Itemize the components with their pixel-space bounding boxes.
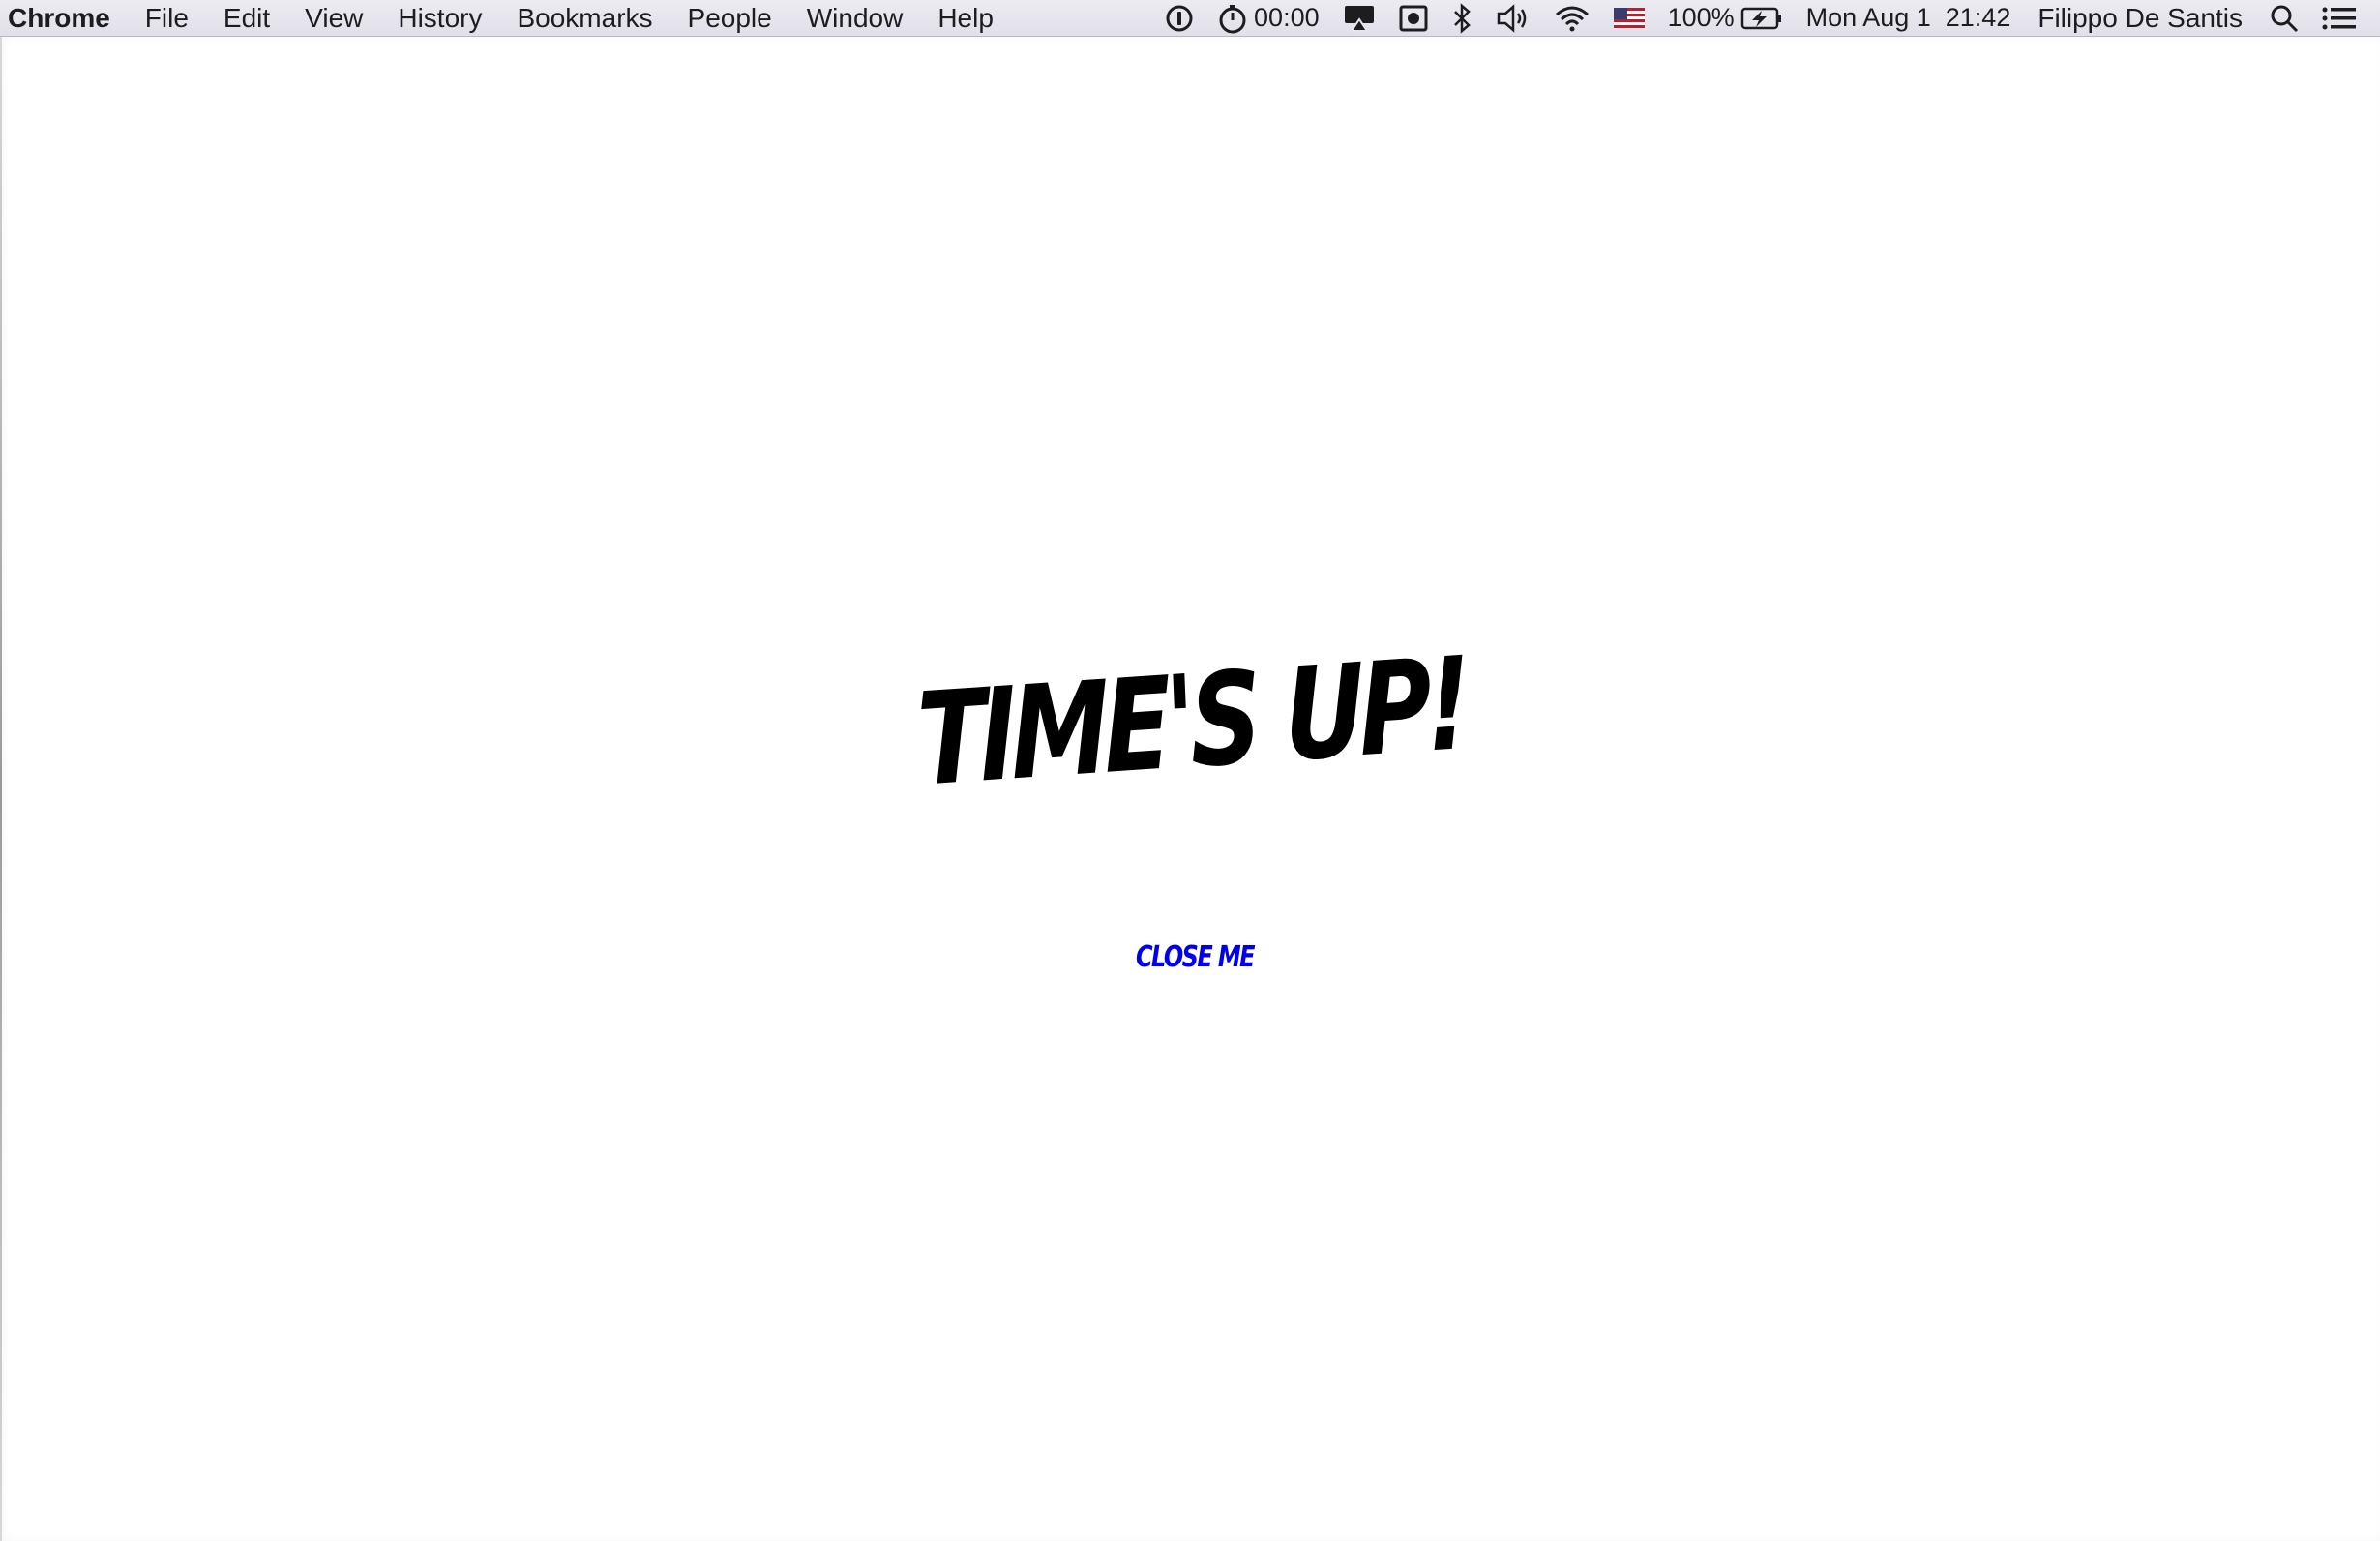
menu-window[interactable]: Window xyxy=(789,0,921,37)
user-name[interactable]: Filippo De Santis xyxy=(2022,3,2258,34)
menu-history[interactable]: History xyxy=(380,0,499,37)
menu-help[interactable]: Help xyxy=(920,0,1011,37)
us-flag-icon[interactable] xyxy=(1602,0,1656,36)
volume-icon[interactable] xyxy=(1484,0,1542,36)
close-me-link[interactable]: CLOSE ME xyxy=(1121,940,1268,974)
macos-menu-bar: Chrome File Edit View History Bookmarks … xyxy=(0,0,2380,37)
notification-center-icon[interactable] xyxy=(2310,0,2368,36)
airplay-icon[interactable] xyxy=(1331,0,1387,36)
menu-view[interactable]: View xyxy=(287,0,380,37)
app-menu-chrome[interactable]: Chrome xyxy=(0,0,128,37)
clock-datetime[interactable]: Mon Aug 1 21:42 xyxy=(1795,0,2023,36)
timer-readout: 00:00 xyxy=(1254,3,1320,32)
battery-status[interactable]: 100% xyxy=(1656,0,1795,36)
bluetooth-icon[interactable] xyxy=(1440,0,1484,36)
stopwatch-icon[interactable]: 00:00 xyxy=(1205,0,1331,36)
battery-percent: 100% xyxy=(1667,3,1735,32)
menu-people[interactable]: People xyxy=(670,0,789,37)
wifi-icon[interactable] xyxy=(1542,0,1602,36)
menu-bookmarks[interactable]: Bookmarks xyxy=(499,0,669,37)
menu-bar-tray: 00:00 100% Mon Aug 1 21:42 Filippo De Sa… xyxy=(1153,0,2380,36)
spotlight-search-icon[interactable] xyxy=(2258,0,2310,36)
window-left-edge xyxy=(0,37,2,1541)
menu-file[interactable]: File xyxy=(128,0,206,37)
screen-record-icon[interactable] xyxy=(1387,0,1440,36)
menu-bar-left: Chrome File Edit View History Bookmarks … xyxy=(0,0,1011,36)
menu-edit[interactable]: Edit xyxy=(206,0,287,37)
1password-icon[interactable] xyxy=(1153,0,1205,36)
battery-charging-icon xyxy=(1735,6,1783,31)
